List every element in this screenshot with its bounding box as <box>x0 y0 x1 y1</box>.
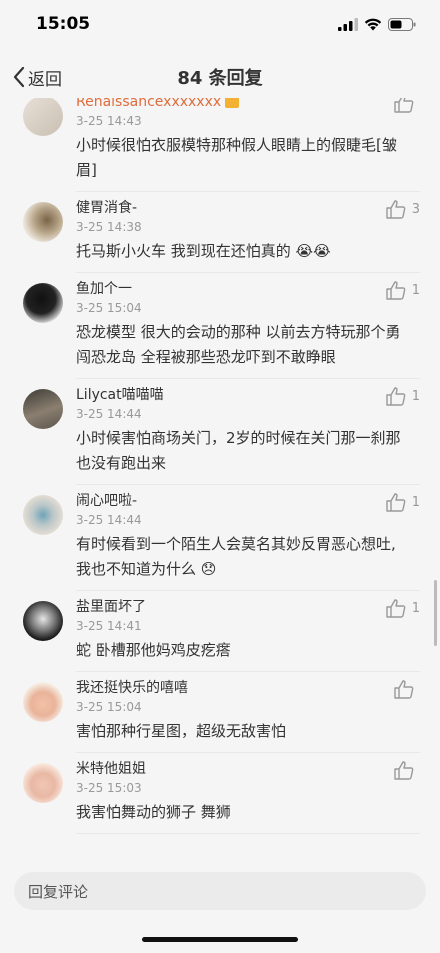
comment-username[interactable]: 鱼加个一 <box>76 280 420 298</box>
comment-content: Lilycat喵喵喵 3-25 14:44 小时候害怕商场关门，2岁的时候在关门… <box>76 379 420 485</box>
status-icons <box>338 17 416 31</box>
comment-text: 小时候害怕商场关门，2岁的时候在关门那一刹那也没有跑出来 <box>76 429 401 472</box>
avatar[interactable] <box>23 682 63 722</box>
avatar[interactable] <box>23 763 63 803</box>
thumbs-up-icon <box>394 680 414 699</box>
comment-time: 3-25 14:44 <box>76 407 142 421</box>
avatar[interactable] <box>23 202 63 242</box>
signal-icon <box>338 17 358 31</box>
comment-content: 盐里面坏了 3-25 14:41 蛇 卧槽那他妈鸡皮疙瘩 1 <box>76 591 420 672</box>
comment-time: 3-25 14:43 <box>76 114 142 128</box>
comment-time: 3-25 15:04 <box>76 700 142 714</box>
like-count: 3 <box>411 202 420 217</box>
thumbs-up-icon <box>386 281 406 300</box>
thumbs-up-icon <box>386 493 406 512</box>
like-count: 1 <box>411 283 420 298</box>
comment-item[interactable]: 健胃消食- 3-25 14:38 托马斯小火车 我到现在还怕真的 😭😭 3 <box>0 192 440 273</box>
comment-text: 恐龙模型 很大的会动的那种 以前去方特玩那个勇闯恐龙岛 全程被那些恐龙吓到不敢睁… <box>76 323 401 366</box>
back-label: 返回 <box>28 69 62 90</box>
comment-time: 3-25 15:03 <box>76 781 142 795</box>
reply-input[interactable]: 回复评论 <box>14 872 426 910</box>
comment-item[interactable]: 盐里面坏了 3-25 14:41 蛇 卧槽那他妈鸡皮疙瘩 1 <box>0 591 440 672</box>
status-bar: 15:05 <box>0 0 440 48</box>
like-button[interactable]: 1 <box>386 493 420 512</box>
battery-icon <box>388 17 416 31</box>
comment-item[interactable]: 我还挺快乐的嘻嘻 3-25 15:04 害怕那种行星图，超级无敌害怕 <box>0 672 440 753</box>
like-button[interactable] <box>394 680 420 699</box>
comment-username[interactable]: Lilycat喵喵喵 <box>76 386 420 404</box>
comment-content: 我还挺快乐的嘻嘻 3-25 15:04 害怕那种行星图，超级无敌害怕 <box>76 672 420 753</box>
avatar[interactable] <box>23 283 63 323</box>
like-count: 1 <box>411 495 420 510</box>
page-title: 84 条回复 <box>177 68 263 89</box>
avatar[interactable] <box>23 98 63 136</box>
comment-username[interactable]: 米特他姐姐 <box>76 760 420 778</box>
comment-text: 害怕那种行星图，超级无敌害怕 <box>76 722 287 740</box>
comment-item[interactable]: 米特他姐姐 3-25 15:03 我害怕舞动的狮子 舞狮 <box>0 753 440 834</box>
comment-item[interactable]: Renaissancexxxxxxx 3-25 14:43 小时候很怕衣服模特那… <box>0 98 440 192</box>
comment-content: 健胃消食- 3-25 14:38 托马斯小火车 我到现在还怕真的 😭😭 3 <box>76 192 420 273</box>
comment-list[interactable]: Renaissancexxxxxxx 3-25 14:43 小时候很怕衣服模特那… <box>0 98 440 866</box>
like-button[interactable]: 1 <box>386 387 420 406</box>
comment-time: 3-25 15:04 <box>76 301 142 315</box>
thumbs-up-icon <box>386 387 406 406</box>
comment-time: 3-25 14:44 <box>76 513 142 527</box>
comment-text: 蛇 卧槽那他妈鸡皮疙瘩 <box>76 641 231 659</box>
chevron-left-icon <box>13 66 25 88</box>
comment-item[interactable]: Lilycat喵喵喵 3-25 14:44 小时候害怕商场关门，2岁的时候在关门… <box>0 379 440 485</box>
like-button[interactable]: 3 <box>386 200 420 219</box>
like-button[interactable]: 1 <box>386 281 420 300</box>
back-button[interactable]: 返回 <box>12 60 62 94</box>
comment-content: 米特他姐姐 3-25 15:03 我害怕舞动的狮子 舞狮 <box>76 753 420 834</box>
comment-content: 闹心吧啦- 3-25 14:44 有时候看到一个陌生人会莫名其妙反胃恶心想吐,我… <box>76 485 420 591</box>
comment-username[interactable]: 闹心吧啦- <box>76 492 420 510</box>
comment-content: 鱼加个一 3-25 15:04 恐龙模型 很大的会动的那种 以前去方特玩那个勇闯… <box>76 273 420 379</box>
like-button[interactable] <box>394 761 420 780</box>
thumbs-up-icon <box>394 761 414 780</box>
thumbs-up-icon <box>394 98 414 113</box>
like-button[interactable]: 1 <box>386 599 420 618</box>
scrollbar[interactable] <box>434 580 437 646</box>
like-button[interactable] <box>394 98 420 113</box>
thumbs-up-icon <box>386 200 406 219</box>
avatar[interactable] <box>23 601 63 641</box>
username-text: Renaissancexxxxxxx <box>76 98 222 110</box>
comment-content: Renaissancexxxxxxx 3-25 14:43 小时候很怕衣服模特那… <box>76 98 420 192</box>
comment-text: 小时候很怕衣服模特那种假人眼睛上的假睫毛[皱眉] <box>76 136 397 179</box>
thumbs-up-icon <box>386 599 406 618</box>
comment-text: 有时候看到一个陌生人会莫名其妙反胃恶心想吐,我也不知道为什么 😞 <box>76 535 396 578</box>
comment-text: 我害怕舞动的狮子 舞狮 <box>76 803 231 821</box>
avatar[interactable] <box>23 495 63 535</box>
comment-username[interactable]: 我还挺快乐的嘻嘻 <box>76 679 420 697</box>
comment-username[interactable]: 盐里面坏了 <box>76 598 420 616</box>
comment-username[interactable]: 健胃消食- <box>76 199 420 217</box>
home-indicator[interactable] <box>142 937 298 942</box>
avatar[interactable] <box>23 389 63 429</box>
comment-item[interactable]: 闹心吧啦- 3-25 14:44 有时候看到一个陌生人会莫名其妙反胃恶心想吐,我… <box>0 485 440 591</box>
comment-text: 托马斯小火车 我到现在还怕真的 😭😭 <box>76 242 331 260</box>
vip-badge-icon <box>225 98 240 108</box>
comment-username[interactable]: Renaissancexxxxxxx <box>76 98 420 111</box>
like-count: 1 <box>411 601 420 616</box>
comment-time: 3-25 14:38 <box>76 220 142 234</box>
like-count: 1 <box>411 389 420 404</box>
wifi-icon <box>364 18 382 30</box>
comment-item[interactable]: 鱼加个一 3-25 15:04 恐龙模型 很大的会动的那种 以前去方特玩那个勇闯… <box>0 273 440 379</box>
comment-time: 3-25 14:41 <box>76 619 142 633</box>
status-time: 15:05 <box>36 14 91 34</box>
